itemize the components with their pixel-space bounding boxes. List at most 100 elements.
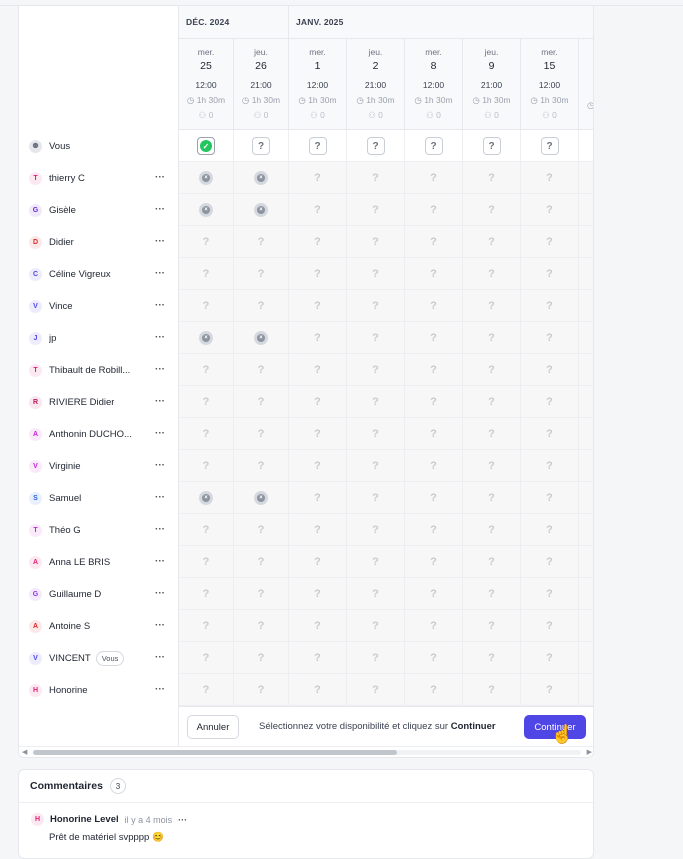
availability-cell: × — [234, 482, 289, 514]
availability-cell: ? — [234, 610, 289, 642]
my-availability-cell[interactable]: ? — [405, 130, 463, 162]
selected-yes-checkbox[interactable]: ✓ — [197, 137, 215, 155]
unknown-icon: ? — [372, 556, 379, 568]
unanswered-checkbox[interactable]: ? — [308, 137, 327, 155]
participant-name: Samuel — [49, 492, 82, 504]
availability-cell — [579, 194, 593, 226]
more-options-icon[interactable]: ··· — [155, 364, 165, 375]
availability-cell: × — [179, 162, 234, 194]
participant-count: ⚇ 0 — [463, 110, 520, 121]
unavailable-icon: × — [254, 331, 268, 345]
unanswered-checkbox[interactable]: ? — [482, 137, 501, 155]
more-options-icon[interactable]: ··· — [155, 684, 165, 695]
my-availability-cell[interactable] — [579, 130, 593, 162]
availability-cell: ? — [179, 386, 234, 418]
unknown-icon: ? — [372, 460, 379, 472]
unknown-icon: ? — [430, 492, 437, 504]
count-value: 0 — [378, 110, 383, 120]
availability-cell: ? — [289, 354, 347, 386]
unknown-icon: ? — [372, 364, 379, 376]
availability-cell: ? — [463, 194, 521, 226]
participant-name: Didier — [49, 236, 74, 248]
scroll-thumb[interactable] — [33, 750, 397, 755]
availability-cell: ? — [289, 418, 347, 450]
more-options-icon[interactable]: ··· — [155, 396, 165, 407]
unavailable-icon: × — [199, 331, 213, 345]
unknown-icon: ? — [488, 300, 495, 312]
avatar: D — [29, 235, 42, 249]
unanswered-checkbox[interactable]: ? — [366, 137, 385, 155]
participant: V Vince ··· — [19, 290, 179, 322]
clock-icon: ◷ — [414, 95, 425, 105]
my-availability-cell[interactable]: ✓ — [179, 130, 234, 162]
more-options-icon[interactable]: ··· — [155, 524, 165, 535]
my-availability-cell[interactable]: ? — [463, 130, 521, 162]
more-options-icon[interactable]: ··· — [155, 588, 165, 599]
duration-value: 1h 30m — [424, 95, 453, 105]
more-options-icon[interactable]: ··· — [155, 460, 165, 471]
unknown-icon: ? — [430, 364, 437, 376]
availability-cell: ? — [347, 162, 405, 194]
more-options-icon[interactable]: ··· — [155, 492, 165, 503]
unknown-icon: ? — [488, 364, 495, 376]
my-availability-cell[interactable]: ? — [234, 130, 289, 162]
more-options-icon[interactable]: ··· — [155, 300, 165, 311]
cancel-button[interactable]: Annuler — [187, 715, 239, 739]
more-options-icon[interactable]: ··· — [155, 428, 165, 439]
weekday-label: jeu. — [254, 47, 268, 57]
availability-cell: ? — [289, 322, 347, 354]
more-options-icon[interactable]: ··· — [155, 556, 165, 567]
availability-cell: ? — [179, 610, 234, 642]
availability-cell — [579, 226, 593, 258]
participant-availability-row: ??????? — [179, 514, 593, 546]
availability-cell: ? — [521, 450, 579, 482]
horizontal-scrollbar[interactable]: ◀ ▶ — [19, 746, 593, 757]
unknown-icon: ? — [314, 684, 321, 696]
participant-name: Gisèle — [49, 204, 76, 216]
participant-name: jp — [49, 332, 57, 344]
duration-label: ◷ 1h 30m — [347, 95, 404, 106]
more-options-icon[interactable]: ··· — [155, 204, 165, 215]
more-options-icon[interactable]: ··· — [155, 620, 165, 631]
availability-cell — [579, 258, 593, 290]
availability-cell: ? — [234, 258, 289, 290]
availability-cell: × — [234, 162, 289, 194]
duration-label: ◷ 1h 30m — [405, 95, 462, 106]
avatar: V — [29, 651, 42, 665]
my-availability-cell[interactable]: ? — [289, 130, 347, 162]
availability-cell — [579, 674, 593, 706]
time-label: 12:00 — [195, 80, 217, 90]
more-options-icon[interactable]: ··· — [155, 236, 165, 247]
participant: T Théo G ··· — [19, 514, 179, 546]
unanswered-checkbox[interactable]: ? — [540, 137, 559, 155]
unanswered-checkbox[interactable]: ? — [424, 137, 443, 155]
unanswered-checkbox[interactable]: ? — [252, 137, 270, 155]
participant: T Thibault de Robill... ··· — [19, 354, 179, 386]
more-options-icon[interactable]: ··· — [155, 332, 165, 343]
participant: H Honorine ··· — [19, 674, 179, 706]
scroll-left-icon[interactable]: ◀ — [22, 748, 27, 756]
availability-cell — [579, 386, 593, 418]
my-availability-cell[interactable]: ? — [347, 130, 405, 162]
my-availability-cell[interactable]: ? — [521, 130, 579, 162]
weekday-label: mer. — [541, 47, 558, 57]
more-options-icon[interactable]: ··· — [155, 268, 165, 279]
scroll-right-icon[interactable]: ▶ — [587, 748, 592, 756]
more-options-icon[interactable]: ··· — [155, 172, 165, 183]
availability-cell: ? — [347, 514, 405, 546]
availability-cell — [579, 322, 593, 354]
comment-time: il y a 4 mois — [124, 814, 173, 825]
more-options-icon[interactable]: ··· — [155, 652, 165, 663]
unknown-icon: ? — [314, 620, 321, 632]
participant-availability-row: × ×????? — [179, 322, 593, 354]
participant-count: ⚇ 0 — [234, 110, 288, 121]
availability-cell: ? — [234, 418, 289, 450]
availability-cell — [579, 642, 593, 674]
comment-options-icon[interactable]: ··· — [178, 815, 187, 825]
availability-cell: ? — [289, 194, 347, 226]
unknown-icon: ? — [546, 652, 553, 664]
unknown-icon: ? — [372, 652, 379, 664]
participant: D Didier ··· — [19, 226, 179, 258]
participant-availability-row: ??????? — [179, 290, 593, 322]
unknown-icon: ? — [430, 652, 437, 664]
